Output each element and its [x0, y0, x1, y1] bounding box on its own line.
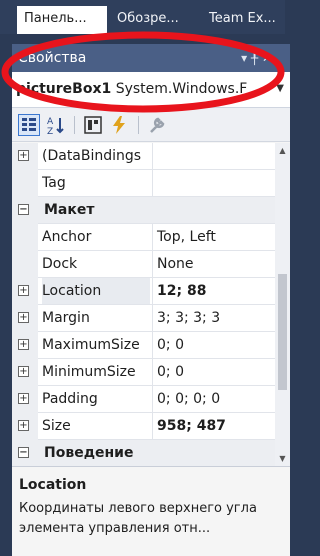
chevron-down-icon[interactable]: ▼ [276, 72, 284, 106]
property-value[interactable]: 0; 0; 0; 0 [152, 386, 275, 413]
row-gutter [12, 170, 38, 197]
properties-icon[interactable] [82, 114, 104, 136]
row-gutter [12, 251, 38, 278]
property-name: Dock [42, 256, 78, 272]
property-name: MinimumSize [42, 364, 136, 380]
property-name: Tag [42, 175, 66, 191]
property-row[interactable]: + Padding 0; 0; 0; 0 [12, 386, 275, 413]
description-pane: Location Координаты левого верхнего угла… [12, 466, 290, 556]
property-row[interactable]: + MinimumSize 0; 0 [12, 359, 275, 386]
collapse-icon[interactable]: − [18, 447, 29, 458]
property-name: (DataBindings [42, 148, 142, 164]
svg-text:A: A [47, 117, 54, 127]
tab-toolbox[interactable]: Панель... [17, 6, 107, 34]
expand-icon[interactable]: + [18, 366, 29, 377]
svg-text:Z: Z [47, 127, 53, 136]
category-row[interactable]: − Макет [12, 197, 275, 224]
vertical-scrollbar[interactable]: ▲ ▼ [275, 143, 290, 466]
property-row[interactable]: + Margin 3; 3; 3; 3 [12, 305, 275, 332]
property-row[interactable]: + MaximumSize 0; 0 [12, 332, 275, 359]
toolbar-separator [74, 116, 75, 134]
panel-title-text: Свойства [18, 50, 87, 66]
property-value[interactable]: 0; 0 [152, 359, 275, 386]
collapse-icon[interactable]: − [18, 204, 29, 215]
expand-icon[interactable]: + [18, 285, 29, 296]
description-text: Координаты левого верхнего угла элемента… [19, 501, 257, 536]
property-value[interactable]: None [152, 251, 275, 278]
property-row[interactable]: + Size 958; 487 [12, 413, 275, 440]
property-value[interactable]: 958; 487 [152, 413, 275, 440]
property-grid: + (DataBindings Tag − Макет Anchor Top, … [12, 143, 275, 466]
description-title: Location [19, 477, 87, 493]
property-name: Size [42, 418, 71, 434]
property-row[interactable]: + (DataBindings [12, 143, 275, 170]
property-row[interactable]: Dock None [12, 251, 275, 278]
properties-panel: Свойства ▾ ╀ ✕ pictureBox1 System.Window… [12, 44, 290, 556]
expand-icon[interactable]: + [18, 150, 29, 161]
property-name: Location [42, 278, 150, 304]
property-pages-icon[interactable] [146, 114, 168, 136]
tab-team-explorer[interactable]: Team Ex... [202, 6, 285, 34]
document-tab-strip: Панель... Обозре... Team Ex... [0, 0, 285, 34]
property-value[interactable]: 12; 88 [152, 278, 275, 305]
property-name: MaximumSize [42, 337, 140, 353]
property-value[interactable] [152, 143, 275, 170]
property-value[interactable]: 3; 3; 3; 3 [152, 305, 275, 332]
expand-icon[interactable]: + [18, 420, 29, 431]
property-name: Margin [42, 310, 90, 326]
expand-icon[interactable]: + [18, 312, 29, 323]
property-row-selected[interactable]: + Location 12; 88 [12, 278, 275, 305]
property-row[interactable]: Tag [12, 170, 275, 197]
toolbar-separator [138, 116, 139, 134]
property-value[interactable]: 0; 0 [152, 332, 275, 359]
category-row[interactable]: − Поведение [12, 440, 275, 466]
object-name: pictureBox1 [16, 81, 112, 97]
categorized-icon[interactable] [18, 114, 40, 136]
events-icon[interactable] [108, 114, 130, 136]
scroll-up-icon[interactable]: ▲ [277, 146, 288, 155]
object-type: System.Windows.F [115, 81, 248, 97]
expand-icon[interactable]: + [18, 339, 29, 350]
scrollbar-thumb[interactable] [278, 274, 287, 390]
alphabetical-icon[interactable]: AZ [45, 114, 67, 137]
properties-toolbar: AZ [12, 108, 290, 142]
panel-window-controls[interactable]: ▾ ╀ ✕ [241, 44, 272, 72]
property-name: Padding [42, 391, 98, 407]
category-name: Макет [44, 202, 95, 218]
properties-panel-title: Свойства ▾ ╀ ✕ [12, 44, 290, 72]
property-row[interactable]: Anchor Top, Left [12, 224, 275, 251]
expand-icon[interactable]: + [18, 393, 29, 404]
row-gutter [12, 224, 38, 251]
property-value[interactable] [152, 170, 275, 197]
tab-explorer[interactable]: Обозре... [110, 6, 198, 34]
object-selector[interactable]: pictureBox1 System.Windows.F ▼ [12, 72, 290, 108]
category-name: Поведение [44, 445, 134, 461]
property-value[interactable]: Top, Left [152, 224, 275, 251]
scroll-down-icon[interactable]: ▼ [277, 454, 288, 463]
property-name: Anchor [42, 229, 92, 245]
